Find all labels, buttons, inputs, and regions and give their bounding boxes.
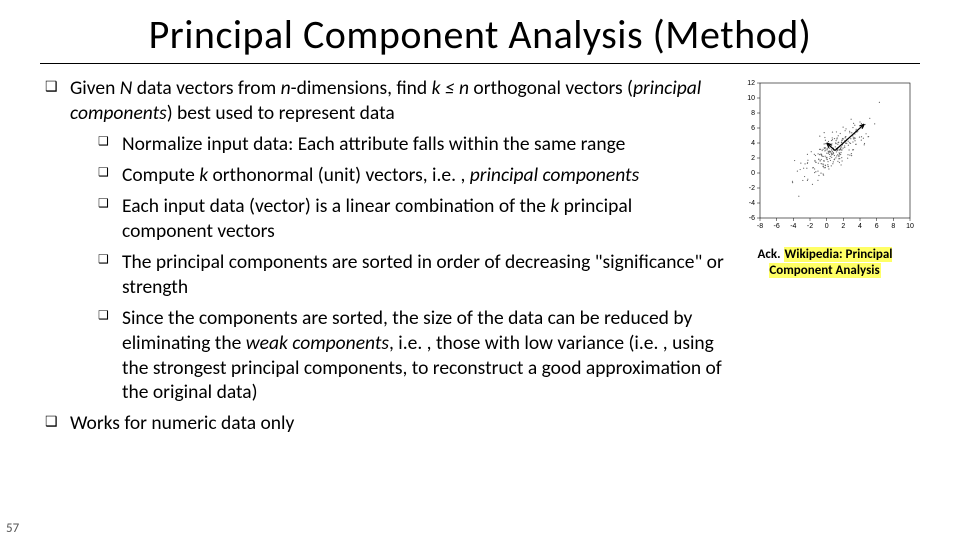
sub-bullet-4: The principal components are sorted in o… bbox=[70, 250, 726, 300]
svg-text:0: 0 bbox=[825, 223, 829, 230]
pca-scatter-figure: -8-6-4-20246810-6-4-2024681012 bbox=[735, 78, 915, 238]
svg-text:-6: -6 bbox=[774, 223, 780, 230]
text: orthonormal (unit) vectors, i.e. , bbox=[208, 163, 470, 187]
text-italic: N bbox=[120, 76, 133, 100]
page-number: 57 bbox=[6, 521, 19, 536]
svg-text:10: 10 bbox=[747, 95, 755, 102]
text: orthogonal vectors ( bbox=[469, 76, 633, 100]
bullet-2: Works for numeric data only bbox=[40, 411, 726, 436]
figure-ack: Ack. Wikipedia: Principal Component Anal… bbox=[730, 247, 920, 280]
sub-bullet-2: Compute k orthonormal (unit) vectors, i.… bbox=[70, 163, 726, 188]
svg-text:8: 8 bbox=[751, 110, 755, 117]
svg-text:-6: -6 bbox=[749, 215, 755, 222]
svg-text:-2: -2 bbox=[807, 223, 813, 230]
svg-text:-4: -4 bbox=[749, 200, 755, 207]
svg-text:4: 4 bbox=[858, 223, 862, 230]
bullet-region: Given N data vectors from n-dimensions, … bbox=[40, 72, 730, 442]
svg-text:-4: -4 bbox=[790, 223, 796, 230]
text: Each input data (vector) is a linear com… bbox=[122, 194, 550, 218]
svg-text:6: 6 bbox=[751, 125, 755, 132]
text-italic: n bbox=[281, 76, 291, 100]
figure-region: -8-6-4-20246810-6-4-2024681012 Ack. Wiki… bbox=[730, 72, 920, 280]
svg-text:2: 2 bbox=[841, 223, 845, 230]
text: -dimensions, find bbox=[291, 76, 432, 100]
text: ) best used to represent data bbox=[167, 101, 395, 125]
svg-text:10: 10 bbox=[906, 223, 914, 230]
title-rule bbox=[40, 63, 920, 64]
svg-text:2: 2 bbox=[751, 155, 755, 162]
svg-text:0: 0 bbox=[751, 170, 755, 177]
ack-link: Wikipedia: Principal Component Analysis bbox=[769, 247, 892, 278]
svg-text:-2: -2 bbox=[749, 185, 755, 192]
content-row: Given N data vectors from n-dimensions, … bbox=[0, 72, 960, 442]
text-italic: principal components bbox=[470, 163, 639, 187]
sub-bullet-3: Each input data (vector) is a linear com… bbox=[70, 194, 726, 244]
bullet-1: Given N data vectors from n-dimensions, … bbox=[40, 76, 726, 405]
ack-prefix: Ack. bbox=[758, 247, 784, 262]
svg-text:8: 8 bbox=[891, 223, 895, 230]
svg-text:12: 12 bbox=[747, 80, 755, 87]
svg-text:-8: -8 bbox=[757, 223, 763, 230]
text-italic: k ≤ n bbox=[432, 76, 469, 100]
svg-text:6: 6 bbox=[875, 223, 879, 230]
text-italic: weak components bbox=[246, 331, 389, 355]
sub-bullet-1: Normalize input data: Each attribute fal… bbox=[70, 132, 726, 157]
text-italic: k bbox=[550, 194, 559, 218]
svg-text:4: 4 bbox=[751, 140, 755, 147]
text: Given bbox=[70, 76, 120, 100]
text-italic: k bbox=[199, 163, 208, 187]
slide-title: Principal Component Analysis (Method) bbox=[0, 0, 960, 63]
text: data vectors from bbox=[132, 76, 280, 100]
sub-bullet-5: Since the components are sorted, the siz… bbox=[70, 306, 726, 406]
text: Compute bbox=[122, 163, 199, 187]
